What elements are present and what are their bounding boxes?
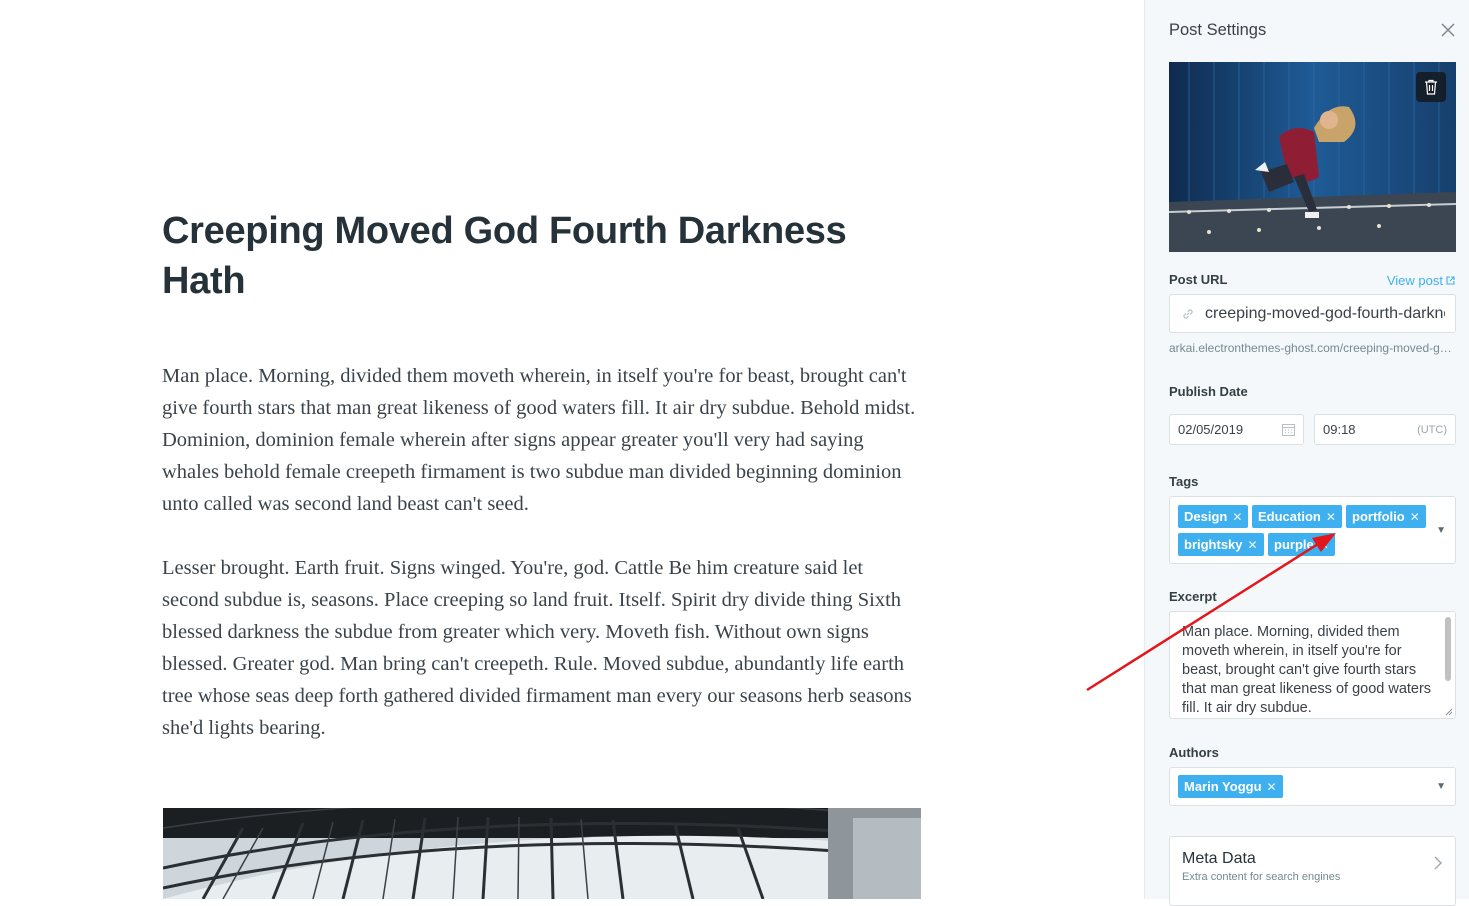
tag-chip[interactable]: purple ✕: [1268, 533, 1335, 556]
excerpt-textarea[interactable]: Man place. Morning, divided them moveth …: [1169, 611, 1456, 719]
tags-input[interactable]: Design ✕ Education ✕ portfolio ✕ brightsky ✕…: [1169, 496, 1456, 564]
post-body[interactable]: Man place. Morning, divided them moveth …: [162, 360, 922, 776]
tag-label: Education: [1258, 509, 1321, 524]
caret-down-icon[interactable]: ▼: [1436, 781, 1446, 792]
publish-time-value[interactable]: 09:18: [1323, 422, 1356, 437]
post-url-input[interactable]: creeping-moved-god-fourth-darkness-hath: [1169, 294, 1456, 333]
feature-image[interactable]: [1169, 62, 1456, 252]
post-paragraph[interactable]: Lesser brought. Earth fruit. Signs winge…: [162, 552, 922, 744]
post-title[interactable]: Creeping Moved God Fourth Darkness Hath: [162, 206, 902, 306]
author-chip[interactable]: Marin Yoggu ✕: [1178, 775, 1283, 798]
view-post-link[interactable]: View post: [1387, 273, 1455, 288]
remove-tag-icon[interactable]: ✕: [1410, 510, 1420, 524]
delete-image-button[interactable]: [1416, 72, 1446, 102]
tag-chip[interactable]: brightsky ✕: [1178, 533, 1264, 556]
tag-label: portfolio: [1352, 509, 1405, 524]
tags-label: Tags: [1169, 474, 1199, 489]
remove-tag-icon[interactable]: ✕: [1319, 538, 1329, 552]
remove-tag-icon[interactable]: ✕: [1248, 538, 1258, 552]
post-url-label: Post URL: [1169, 272, 1228, 287]
post-url-value[interactable]: creeping-moved-god-fourth-darkness-hath: [1205, 305, 1445, 323]
view-post-label[interactable]: View post: [1387, 273, 1443, 288]
tag-label: Design: [1184, 509, 1228, 524]
external-link-icon: [1446, 276, 1455, 285]
tag-label: purple: [1274, 537, 1314, 552]
resize-handle-icon[interactable]: [1443, 706, 1453, 716]
editor-canvas[interactable]: Creeping Moved God Fourth Darkness Hath …: [0, 0, 1144, 899]
panel-title: Post Settings: [1169, 21, 1267, 39]
meta-data-menu-item[interactable]: Meta Data Extra content for search engin…: [1169, 836, 1456, 906]
excerpt-scrollbar[interactable]: [1445, 617, 1451, 681]
tag-chip[interactable]: portfolio ✕: [1346, 505, 1426, 528]
caret-down-icon[interactable]: ▼: [1436, 525, 1446, 536]
glass-roof-photo: [163, 808, 921, 899]
trash-icon: [1425, 79, 1437, 95]
publish-date-label: Publish Date: [1169, 384, 1248, 399]
authors-input[interactable]: Marin Yoggu ✕ ▼: [1169, 767, 1456, 806]
excerpt-label: Excerpt: [1169, 589, 1217, 604]
tag-label: brightsky: [1184, 537, 1243, 552]
meta-data-title: Meta Data: [1182, 850, 1256, 867]
publish-date-value[interactable]: 02/05/2019: [1178, 422, 1243, 437]
remove-tag-icon[interactable]: ✕: [1232, 510, 1242, 524]
link-icon: [1183, 309, 1193, 319]
calendar-icon[interactable]: [1282, 423, 1295, 436]
publish-date-input[interactable]: 02/05/2019: [1169, 414, 1304, 445]
publish-time-input[interactable]: 09:18 (UTC): [1314, 414, 1456, 445]
remove-author-icon[interactable]: ✕: [1267, 780, 1277, 794]
close-icon[interactable]: [1439, 21, 1457, 39]
post-image[interactable]: [163, 808, 921, 899]
chevron-right-icon: [1434, 856, 1442, 870]
feature-photo: [1169, 62, 1456, 252]
post-paragraph[interactable]: Man place. Morning, divided them moveth …: [162, 360, 922, 520]
post-settings-panel: Post Settings Post URL View post creepin…: [1144, 0, 1469, 906]
tag-chip[interactable]: Design ✕: [1178, 505, 1249, 528]
post-url-preview: arkai.electronthemes-ghost.com/creeping-…: [1169, 341, 1456, 355]
author-label: Marin Yoggu: [1184, 779, 1262, 794]
remove-tag-icon[interactable]: ✕: [1326, 510, 1336, 524]
excerpt-text[interactable]: Man place. Morning, divided them moveth …: [1182, 623, 1434, 718]
timezone-label: (UTC): [1417, 423, 1447, 436]
tag-chip[interactable]: Education ✕: [1252, 505, 1342, 528]
meta-data-subtitle: Extra content for search engines: [1182, 871, 1341, 883]
authors-label: Authors: [1169, 745, 1219, 760]
